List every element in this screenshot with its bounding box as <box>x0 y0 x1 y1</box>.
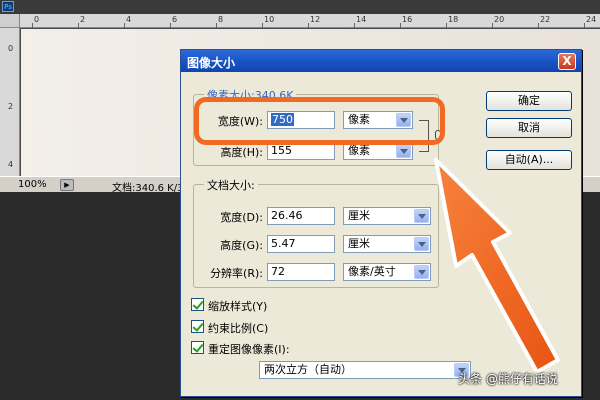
annotation-arrow-icon <box>434 158 560 374</box>
watermark-text: 头条 @熊仔有话说 <box>458 372 558 386</box>
